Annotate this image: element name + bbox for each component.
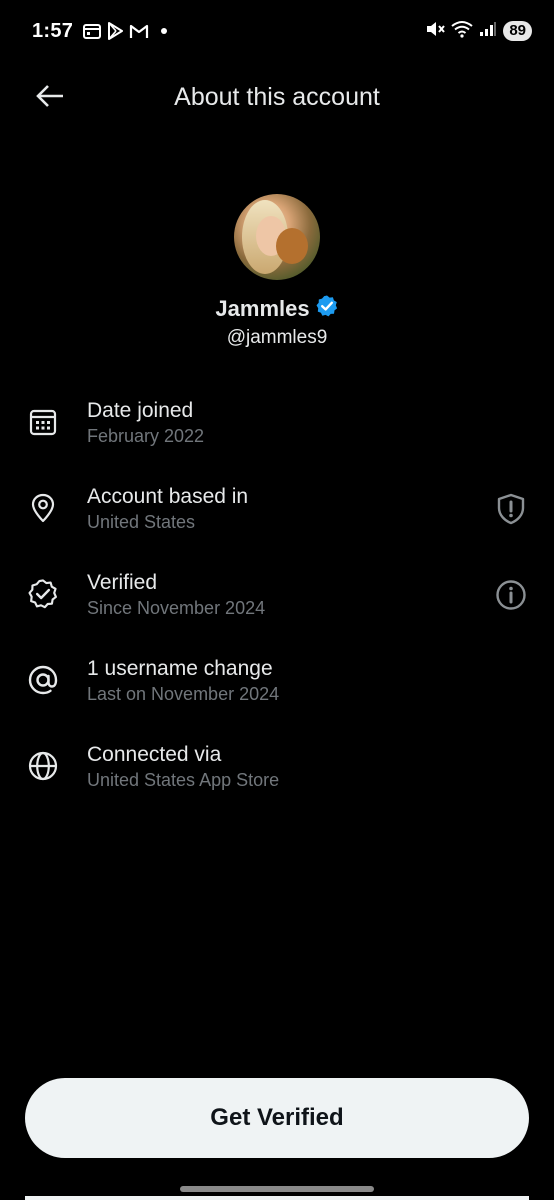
system-status-icons: 89 xyxy=(425,20,532,43)
info-title: Connected via xyxy=(87,743,222,766)
bottom-divider xyxy=(25,1196,529,1200)
mute-icon xyxy=(425,20,446,43)
info-subtitle: Last on November 2024 xyxy=(87,684,280,704)
arrow-left-icon xyxy=(35,84,65,113)
info-subtitle: Since November 2024 xyxy=(87,598,266,618)
battery-indicator: 89 xyxy=(503,21,532,41)
globe-icon xyxy=(24,747,62,785)
calendar-icon xyxy=(24,403,62,441)
info-item-account-based-in: Account based in United States xyxy=(0,466,554,552)
info-subtitle: February 2022 xyxy=(87,426,205,446)
home-indicator[interactable] xyxy=(180,1186,374,1192)
info-title: 1 username change xyxy=(87,657,273,680)
calendar-icon xyxy=(83,23,102,39)
verified-badge-icon[interactable] xyxy=(315,294,339,323)
name-row: Jammles xyxy=(0,294,554,323)
username-handle: @jammles9 xyxy=(226,327,328,348)
get-verified-button[interactable]: Get Verified xyxy=(25,1078,529,1158)
notification-icons xyxy=(83,22,168,40)
wifi-icon xyxy=(451,20,473,43)
avatar[interactable] xyxy=(234,194,320,280)
top-app-bar: About this account xyxy=(0,62,554,132)
info-item-username-changes: 1 username change Last on November 2024 xyxy=(0,638,554,724)
info-title: Verified xyxy=(87,571,158,594)
display-name: Jammles xyxy=(215,295,310,321)
play-store-icon xyxy=(107,22,124,40)
at-sign-icon xyxy=(24,661,62,699)
gmail-icon xyxy=(129,23,149,39)
info-title: Date joined xyxy=(87,399,194,422)
verified-check-icon xyxy=(24,575,62,613)
info-subtitle: United States App Store xyxy=(87,770,280,790)
back-button[interactable] xyxy=(30,78,70,118)
dot-icon xyxy=(161,28,168,34)
info-item-connected-via: Connected via United States App Store xyxy=(0,724,554,810)
info-item-date-joined: Date joined February 2022 xyxy=(0,380,554,466)
status-bar: 1:57 89 xyxy=(0,0,554,62)
info-item-verified: Verified Since November 2024 xyxy=(0,552,554,638)
signal-icon xyxy=(479,21,497,42)
info-title: Account based in xyxy=(87,485,249,508)
shield-alert-icon[interactable] xyxy=(494,492,528,526)
location-pin-icon xyxy=(24,489,62,527)
info-icon[interactable] xyxy=(494,578,528,612)
status-time: 1:57 xyxy=(32,19,74,42)
profile-summary: Jammles @jammles9 xyxy=(0,194,554,349)
account-info-list: Date joined February 2022 Account based … xyxy=(0,380,554,810)
page-title: About this account xyxy=(174,82,380,111)
info-subtitle: United States xyxy=(87,512,196,532)
